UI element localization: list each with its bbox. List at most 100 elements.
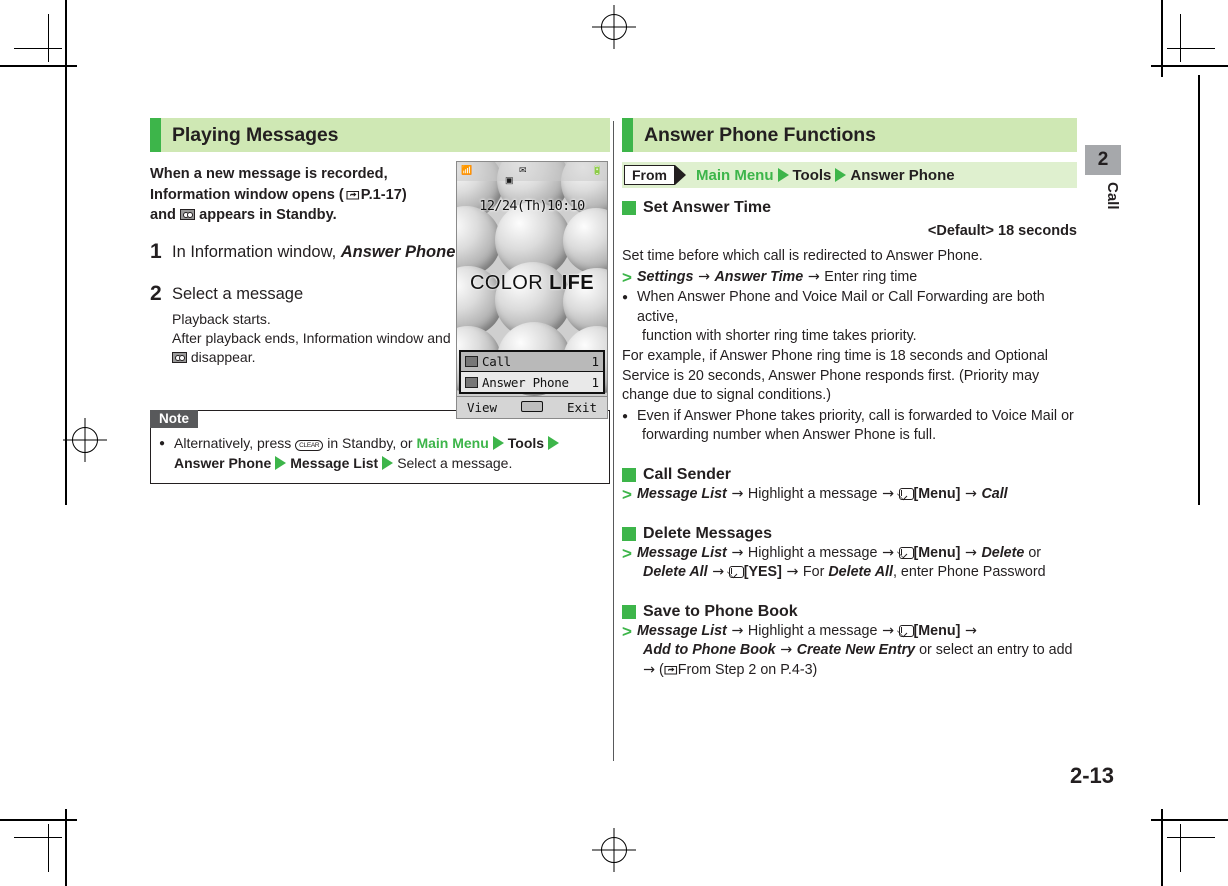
note-tail: Select a message. <box>397 455 513 472</box>
subsection-title-4: Save to Phone Book <box>643 602 798 620</box>
dm-arrow-2: → <box>877 544 899 561</box>
dm-menu: [Menu] <box>913 544 961 561</box>
dm2-arrow-1: → <box>707 564 729 581</box>
section-title-2: Answer Phone Functions <box>644 123 876 146</box>
information-window[interactable]: Call 1 Answer Phone 1 <box>459 350 605 394</box>
sp2-arrow-1: → <box>775 642 797 659</box>
cs-message-list: Message List <box>637 485 727 502</box>
phone-softkey-bar: View Exit <box>457 396 607 418</box>
from-path-tools: Tools <box>792 166 832 184</box>
nav-arrow-icon-1 <box>492 435 504 450</box>
from-path: Main Menu Tools Answer Phone <box>696 167 955 184</box>
note-message-list: Message List <box>290 455 379 472</box>
nav-arrow-icon-2 <box>548 435 560 450</box>
info-row-call[interactable]: Call 1 <box>461 352 603 372</box>
info-row-call-label: Call <box>482 354 511 369</box>
subsection-title: Set Answer Time <box>643 199 772 216</box>
clear-key-icon: CLEAR <box>295 439 324 451</box>
note-answer-phone: Answer Phone <box>174 455 272 472</box>
from-path-main-menu: Main Menu <box>696 166 774 184</box>
bullet-2-continuation: forwarding number when Answer Phone is f… <box>642 427 937 444</box>
subsection-marker-icon-2 <box>622 467 636 482</box>
answer-phone-status-icon: ▣ <box>505 175 514 185</box>
save-to-phone-book-procedure-line3: → (From Step 2 on P.4-3) <box>643 661 818 678</box>
chapter-tab-number: 2 <box>1085 145 1121 175</box>
sp-menu: [Menu] <box>913 622 961 639</box>
note-tab-label: Note <box>150 409 198 428</box>
procedure-arrow-icon-3: > <box>622 543 632 563</box>
step-2-detail-line-1: Playback starts. <box>172 310 271 327</box>
sp2-create-new-entry: Create New Entry <box>796 642 916 659</box>
note-item: Alternatively, press CLEAR in Standby, o… <box>159 433 601 474</box>
proc-settings: Settings <box>637 268 694 285</box>
dm-arrow-1: → <box>726 544 748 561</box>
from-label: From <box>624 165 675 185</box>
sp-arrow-2: → <box>877 622 899 639</box>
note-box: Note Alternatively, press CLEAR in Stand… <box>150 409 610 484</box>
mail-status-icon: ✉ <box>519 165 527 175</box>
sp-arrow-3: → <box>960 622 977 639</box>
note-tools: Tools <box>507 434 545 451</box>
info-row-call-count: 1 <box>591 354 599 369</box>
brand-light: COLOR <box>469 272 550 294</box>
softkey-center-icon[interactable] <box>507 400 557 415</box>
dm2-delete-all: Delete All <box>643 564 708 581</box>
sp3-arrow: → <box>643 661 655 678</box>
subsection-delete-messages: Delete Messages <box>622 525 1077 543</box>
set-answer-time-description: Set time before which call is redirected… <box>622 248 983 264</box>
page-ref-hand-icon <box>346 188 360 201</box>
battery-icon: 🔋 <box>591 165 603 175</box>
cs-highlight: Highlight a message <box>747 485 878 502</box>
answer-phone-inline-icon <box>180 209 196 220</box>
lead-line-3-prefix: and <box>150 207 176 223</box>
dm2-yes: [YES] <box>743 564 782 581</box>
wallpaper-orb <box>563 208 607 274</box>
procedure-arrow-icon-2: > <box>622 484 632 504</box>
set-answer-time-bullet-1: When Answer Phone and Voice Mail or Call… <box>622 288 1077 347</box>
proc-arrow-1: → <box>693 268 715 285</box>
info-row-answer-phone[interactable]: Answer Phone 1 <box>461 372 603 392</box>
lead-paragraph: When a new message is recorded, Informat… <box>150 164 450 226</box>
cs-arrow-1: → <box>726 485 748 502</box>
softkey-left-view[interactable]: View <box>457 400 507 415</box>
phone-clock: 12/24(Th)10:10 <box>479 198 585 214</box>
right-column: Answer Phone Functions From Main Menu Too… <box>622 118 1077 681</box>
envelope-key-icon-3 <box>728 566 744 579</box>
softkey-right-exit[interactable]: Exit <box>557 400 607 415</box>
lead-line-1: When a new message is recorded, <box>150 166 388 182</box>
dm2-for: For <box>802 564 829 581</box>
from-nav-arrow-1 <box>777 167 789 182</box>
cs-arrow-3: → <box>960 485 982 502</box>
note-main-menu: Main Menu <box>416 434 489 451</box>
section-accent-bar-2 <box>622 118 633 152</box>
subsection-save-to-phone-book: Save to Phone Book <box>622 603 1077 621</box>
bullet-1-continuation: function with shorter ring time takes pr… <box>642 328 917 345</box>
answer-phone-icon <box>465 376 478 388</box>
from-nav-arrow-2 <box>835 167 847 182</box>
envelope-key-icon-4 <box>898 624 914 637</box>
manual-page: Playing Messages When a new message is r… <box>0 0 1228 886</box>
sp2-tail: or select an entry to add <box>915 642 1073 659</box>
envelope-key-icon-2 <box>898 546 914 559</box>
sp-arrow-1: → <box>726 622 748 639</box>
step-2-text: Select a message <box>172 284 304 303</box>
step-2-detail-line-2: After playback ends, Information window … <box>172 329 451 346</box>
subsection-marker-icon-3 <box>622 526 636 541</box>
phone-screenshot: 📶 ✉ 🔋 ▣ 12/24(Th)10:10 COLOR LIFE Call 1… <box>456 161 608 419</box>
info-row-answer-phone-count: 1 <box>591 374 599 390</box>
envelope-key-icon <box>898 487 914 500</box>
section-title: Playing Messages <box>172 123 339 146</box>
bullet-1-text: When Answer Phone and Voice Mail or Call… <box>637 289 1045 325</box>
lead-line-3-suffix: appears in Standby. <box>199 207 337 223</box>
page-number: 2-13 <box>1070 763 1115 788</box>
section-header-answer-phone-functions: Answer Phone Functions <box>622 118 1077 152</box>
sp-message-list: Message List <box>637 622 727 639</box>
dm-or: or <box>1024 544 1042 561</box>
from-path-answer-phone: Answer Phone <box>850 166 955 184</box>
procedure-arrow-icon: > <box>622 267 632 287</box>
nav-arrow-icon-4 <box>382 456 394 471</box>
dm2-password: , enter Phone Password <box>892 564 1046 581</box>
page-ref-hand-icon-2 <box>664 663 678 676</box>
sp-highlight: Highlight a message <box>747 622 878 639</box>
